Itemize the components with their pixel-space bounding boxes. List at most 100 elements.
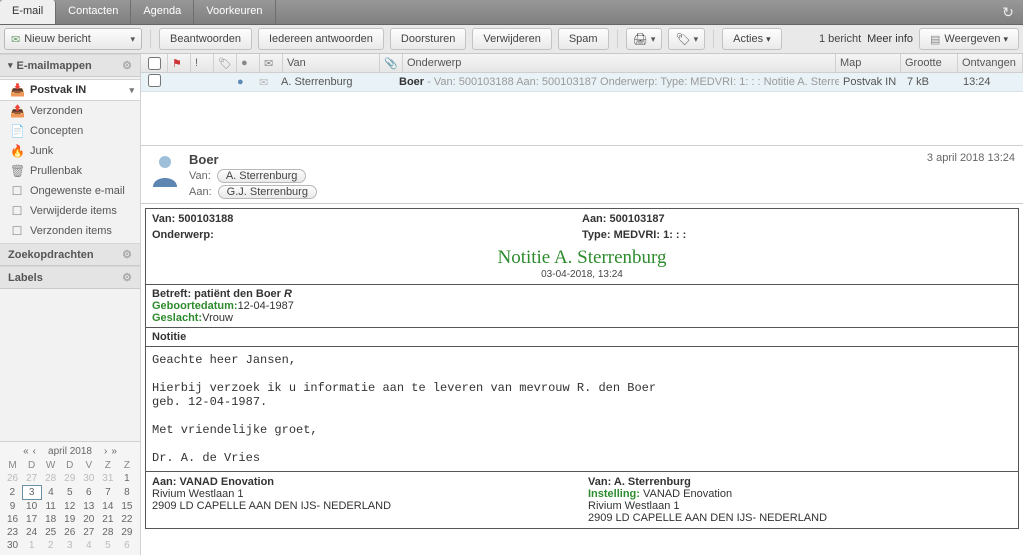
calendar-day[interactable]: 18 — [41, 513, 60, 526]
sidebar-item-prullenbak[interactable]: 🗑 Prullenbak — [0, 161, 140, 181]
spam-button[interactable]: Spam — [558, 28, 609, 50]
calendar-day[interactable]: 1 — [22, 539, 41, 552]
calendar-day[interactable]: 23 — [3, 526, 22, 539]
calendar-day[interactable]: 27 — [79, 526, 98, 539]
calendar-day[interactable]: 14 — [98, 500, 117, 514]
calendar-day[interactable]: 15 — [117, 500, 136, 514]
col-subject[interactable]: Onderwerp — [403, 54, 836, 72]
col-received[interactable]: Ontvangen — [958, 54, 1023, 72]
row-checkbox[interactable] — [148, 74, 161, 87]
sidebar-item-verwijderde-items[interactable]: ☐Verwijderde items — [0, 201, 140, 221]
calendar-day[interactable]: 28 — [98, 526, 117, 539]
sidebar-item-label: Ongewenste e-mail — [30, 185, 125, 197]
calendar-day[interactable]: 8 — [117, 486, 136, 500]
calendar-day[interactable]: 1 — [117, 472, 136, 486]
calendar-day[interactable]: 10 — [22, 500, 41, 514]
clip-icon[interactable]: 📎 — [380, 54, 403, 72]
calendar-day[interactable]: 5 — [60, 486, 79, 500]
to-pill[interactable]: G.J. Sterrenburg — [218, 185, 317, 199]
sidebar-item-junk[interactable]: 🔥Junk — [0, 141, 140, 161]
calendar-day[interactable]: 7 — [98, 486, 117, 500]
col-from[interactable]: Van — [283, 54, 380, 72]
tag-button[interactable]: 🏷 ▾ — [668, 28, 705, 50]
col-size[interactable]: Grootte — [901, 54, 958, 72]
next-month-icon[interactable]: › — [104, 446, 107, 457]
tag-column-icon[interactable]: 🏷 — [214, 54, 237, 72]
tab-agenda[interactable]: Agenda — [131, 0, 194, 24]
sidebar-item-postvak-in[interactable]: 📥Postvak IN▾ — [0, 79, 140, 101]
prev-year-icon[interactable]: « — [23, 446, 29, 457]
calendar-day[interactable]: 22 — [117, 513, 136, 526]
view-button[interactable]: ▤ Weergeven ▾ — [919, 28, 1019, 50]
calendar-day[interactable]: 19 — [60, 513, 79, 526]
calendar-day[interactable]: 21 — [98, 513, 117, 526]
folder-icon: 🗑 — [10, 164, 24, 178]
actions-button[interactable]: Acties ▾ — [722, 28, 782, 50]
status-column-icon[interactable]: ● — [237, 54, 260, 72]
next-year-icon[interactable]: » — [111, 446, 117, 457]
select-all-checkbox[interactable] — [148, 57, 161, 70]
calendar-day[interactable]: 27 — [22, 472, 41, 486]
from-pill[interactable]: A. Sterrenburg — [217, 169, 307, 183]
calendar-day[interactable]: 16 — [3, 513, 22, 526]
gear-icon[interactable]: ⚙ — [122, 59, 132, 72]
refresh-icon[interactable]: ↻ — [993, 0, 1023, 24]
sidebar-item-label: Prullenbak — [30, 165, 82, 177]
searches-header[interactable]: Zoekopdrachten⚙ — [0, 243, 140, 266]
calendar-day[interactable]: 12 — [60, 500, 79, 514]
flag-icon[interactable]: ⚑ — [168, 54, 191, 72]
calendar-day[interactable]: 26 — [3, 472, 22, 486]
calendar-day[interactable]: 11 — [41, 500, 60, 514]
calendar-day[interactable]: 4 — [41, 486, 60, 500]
calendar-day[interactable]: 30 — [79, 472, 98, 486]
sidebar-item-verzonden-items[interactable]: ☐Verzonden items — [0, 221, 140, 241]
calendar-day[interactable]: 5 — [98, 539, 117, 552]
reply-all-button[interactable]: Iedereen antwoorden — [258, 28, 384, 50]
message-count: 1 bericht — [819, 33, 861, 45]
calendar-day[interactable]: 29 — [117, 526, 136, 539]
calendar-day[interactable]: 28 — [41, 472, 60, 486]
col-folder[interactable]: Map — [836, 54, 901, 72]
delete-button[interactable]: Verwijderen — [472, 28, 551, 50]
tab-email[interactable]: E-mail — [0, 0, 56, 24]
calendar-day[interactable]: 3 — [22, 486, 41, 500]
calendar-day[interactable]: 6 — [117, 539, 136, 552]
print-button[interactable]: 🖨 ▾ — [626, 28, 663, 50]
labels-header[interactable]: Labels⚙ — [0, 266, 140, 289]
calendar-day[interactable]: 26 — [60, 526, 79, 539]
calendar-day[interactable]: 20 — [79, 513, 98, 526]
calendar-day[interactable]: 2 — [3, 486, 22, 500]
attachment-icon[interactable]: ✉ — [260, 54, 283, 72]
compose-button[interactable]: ✉ Nieuw bericht ▾ — [4, 28, 142, 50]
sidebar-item-concepten[interactable]: 📄Concepten — [0, 121, 140, 141]
calendar-day[interactable]: 9 — [3, 500, 22, 514]
calendar-day[interactable]: 29 — [60, 472, 79, 486]
calendar-day[interactable]: 13 — [79, 500, 98, 514]
prev-month-icon[interactable]: ‹ — [33, 446, 36, 457]
folders-header[interactable]: ▾E-mailmappen ⚙ — [0, 54, 140, 77]
calendar-day[interactable]: 30 — [3, 539, 22, 552]
calendar-day[interactable]: 24 — [22, 526, 41, 539]
priority-icon[interactable]: ! — [191, 54, 214, 72]
calendar-day[interactable]: 3 — [60, 539, 79, 552]
calendar-day[interactable]: 4 — [79, 539, 98, 552]
more-info-link[interactable]: Meer info — [867, 33, 913, 45]
sidebar-item-ongewenste-e-mail[interactable]: ☐Ongewenste e-mail — [0, 181, 140, 201]
gear-icon[interactable]: ⚙ — [122, 271, 132, 284]
calendar-day[interactable]: 6 — [79, 486, 98, 500]
forward-button[interactable]: Doorsturen — [390, 28, 466, 50]
message-row[interactable]: ● ✉ A. Sterrenburg Boer - Van: 500103188… — [141, 73, 1023, 92]
message-list: ● ✉ A. Sterrenburg Boer - Van: 500103188… — [141, 73, 1023, 145]
calendar-day[interactable]: 17 — [22, 513, 41, 526]
calendar-day[interactable]: 2 — [41, 539, 60, 552]
sidebar-item-verzonden[interactable]: 📤Verzonden — [0, 101, 140, 121]
note-body: Geachte heer Jansen, Hierbij verzoek ik … — [146, 346, 1018, 471]
gear-icon[interactable]: ⚙ — [122, 248, 132, 261]
preview-pane: Boer Van:A. Sterrenburg Aan:G.J. Sterren… — [141, 145, 1023, 555]
folder-icon: ☐ — [10, 224, 24, 238]
calendar-day[interactable]: 25 — [41, 526, 60, 539]
tab-prefs[interactable]: Voorkeuren — [194, 0, 275, 24]
calendar-day[interactable]: 31 — [98, 472, 117, 486]
reply-button[interactable]: Beantwoorden — [159, 28, 252, 50]
tab-contacts[interactable]: Contacten — [56, 0, 131, 24]
